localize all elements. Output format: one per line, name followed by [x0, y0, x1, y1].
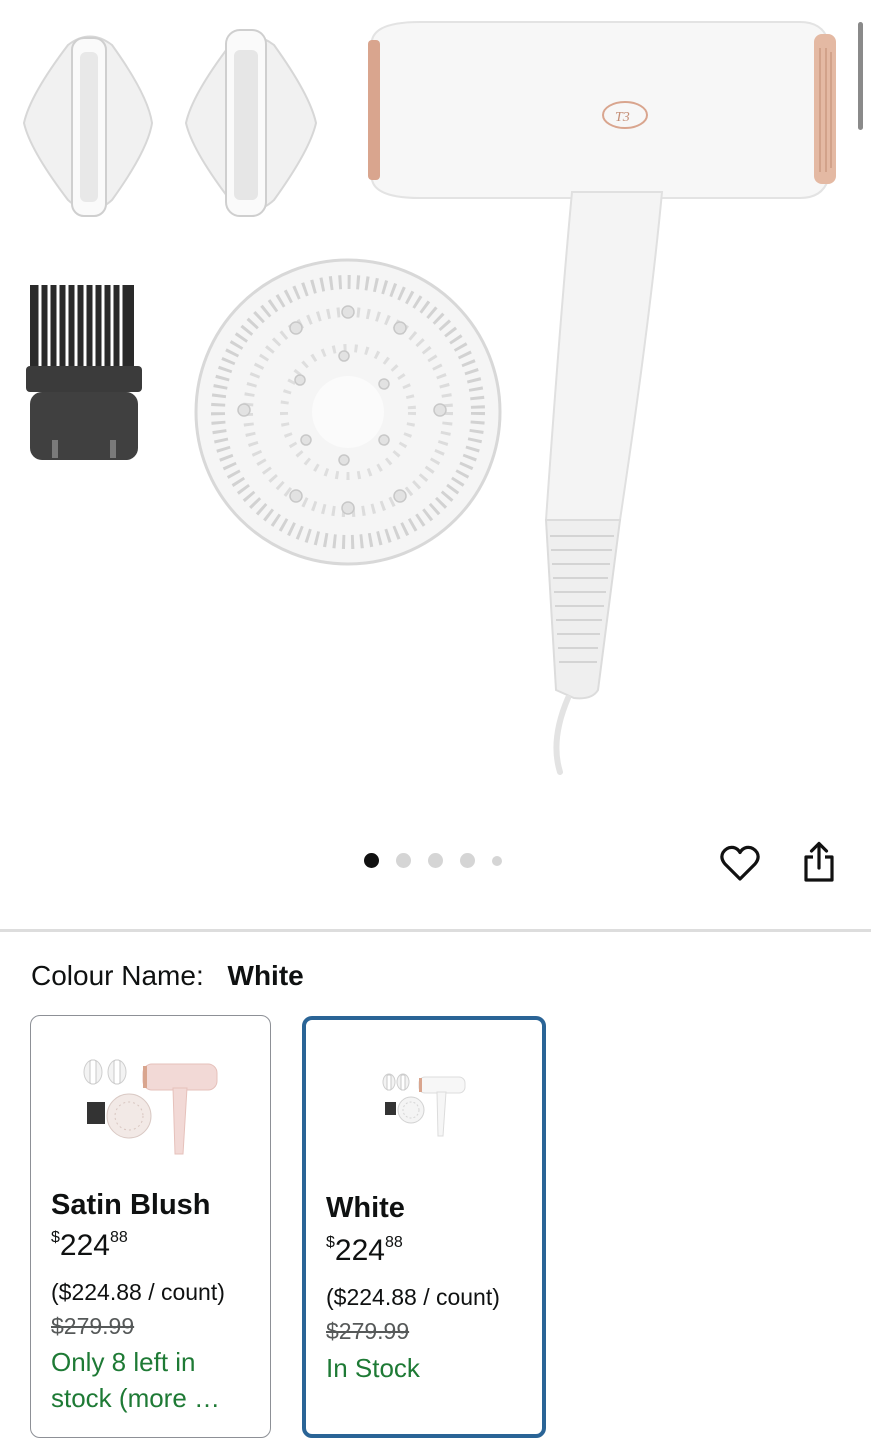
unit-price: ($224.88 / count) — [326, 1284, 500, 1310]
share-button[interactable] — [797, 840, 841, 884]
heart-icon — [720, 845, 760, 881]
image-dot-5[interactable] — [492, 855, 502, 866]
image-page-indicator[interactable] — [364, 853, 502, 868]
selected-colour-value: White — [227, 960, 304, 991]
image-dot-2[interactable] — [396, 853, 411, 868]
share-icon — [804, 841, 834, 882]
stock-status: In Stock — [326, 1353, 420, 1383]
section-divider — [0, 929, 871, 932]
image-dot-4[interactable] — [460, 853, 475, 868]
swatch-name: White — [326, 1192, 405, 1224]
concentrator-nozzle-2-image — [184, 29, 318, 217]
price-currency: $ — [326, 1234, 335, 1251]
concentrator-nozzle-1-image — [22, 35, 154, 217]
colour-swatch-white[interactable]: White $22488 ($224.88 / count) $279.99 I… — [302, 1016, 546, 1438]
satin-blush-thumbnail-image — [83, 1059, 217, 1155]
price-fraction: 88 — [384, 1234, 403, 1251]
price-currency: $ — [51, 1229, 60, 1246]
comb-attachment-image — [26, 282, 142, 460]
product-image: T3 — [22, 21, 836, 775]
price-whole: 224 — [59, 1229, 110, 1262]
price-whole: 224 — [334, 1234, 385, 1267]
brand-logo-text: T3 — [615, 110, 630, 125]
variation-label: Colour Name: — [31, 960, 204, 991]
gallery-scrollbar[interactable] — [858, 22, 863, 130]
colour-swatch-satin-blush[interactable]: Satin Blush $22488 ($224.88 / count) $27… — [30, 1015, 271, 1438]
image-dot-1[interactable] — [364, 853, 379, 868]
swatch-name: Satin Blush — [51, 1189, 211, 1221]
product-image-gallery[interactable]: T3 — [0, 0, 871, 910]
price-fraction: 88 — [109, 1229, 128, 1246]
stock-status: Only 8 left in stock (more … — [51, 1347, 221, 1413]
unit-price: ($224.88 / count) — [51, 1279, 225, 1305]
list-price: $279.99 — [51, 1313, 135, 1339]
diffuser-attachment-image — [194, 258, 502, 566]
list-price: $279.99 — [326, 1318, 410, 1344]
add-to-list-button[interactable] — [718, 842, 762, 886]
image-dot-3[interactable] — [428, 853, 443, 868]
colour-name-row: Colour Name: White — [31, 960, 304, 992]
white-thumbnail-image — [382, 1073, 466, 1137]
swatch-price: $22488 — [51, 1229, 128, 1263]
swatch-price: $22488 — [326, 1234, 403, 1268]
